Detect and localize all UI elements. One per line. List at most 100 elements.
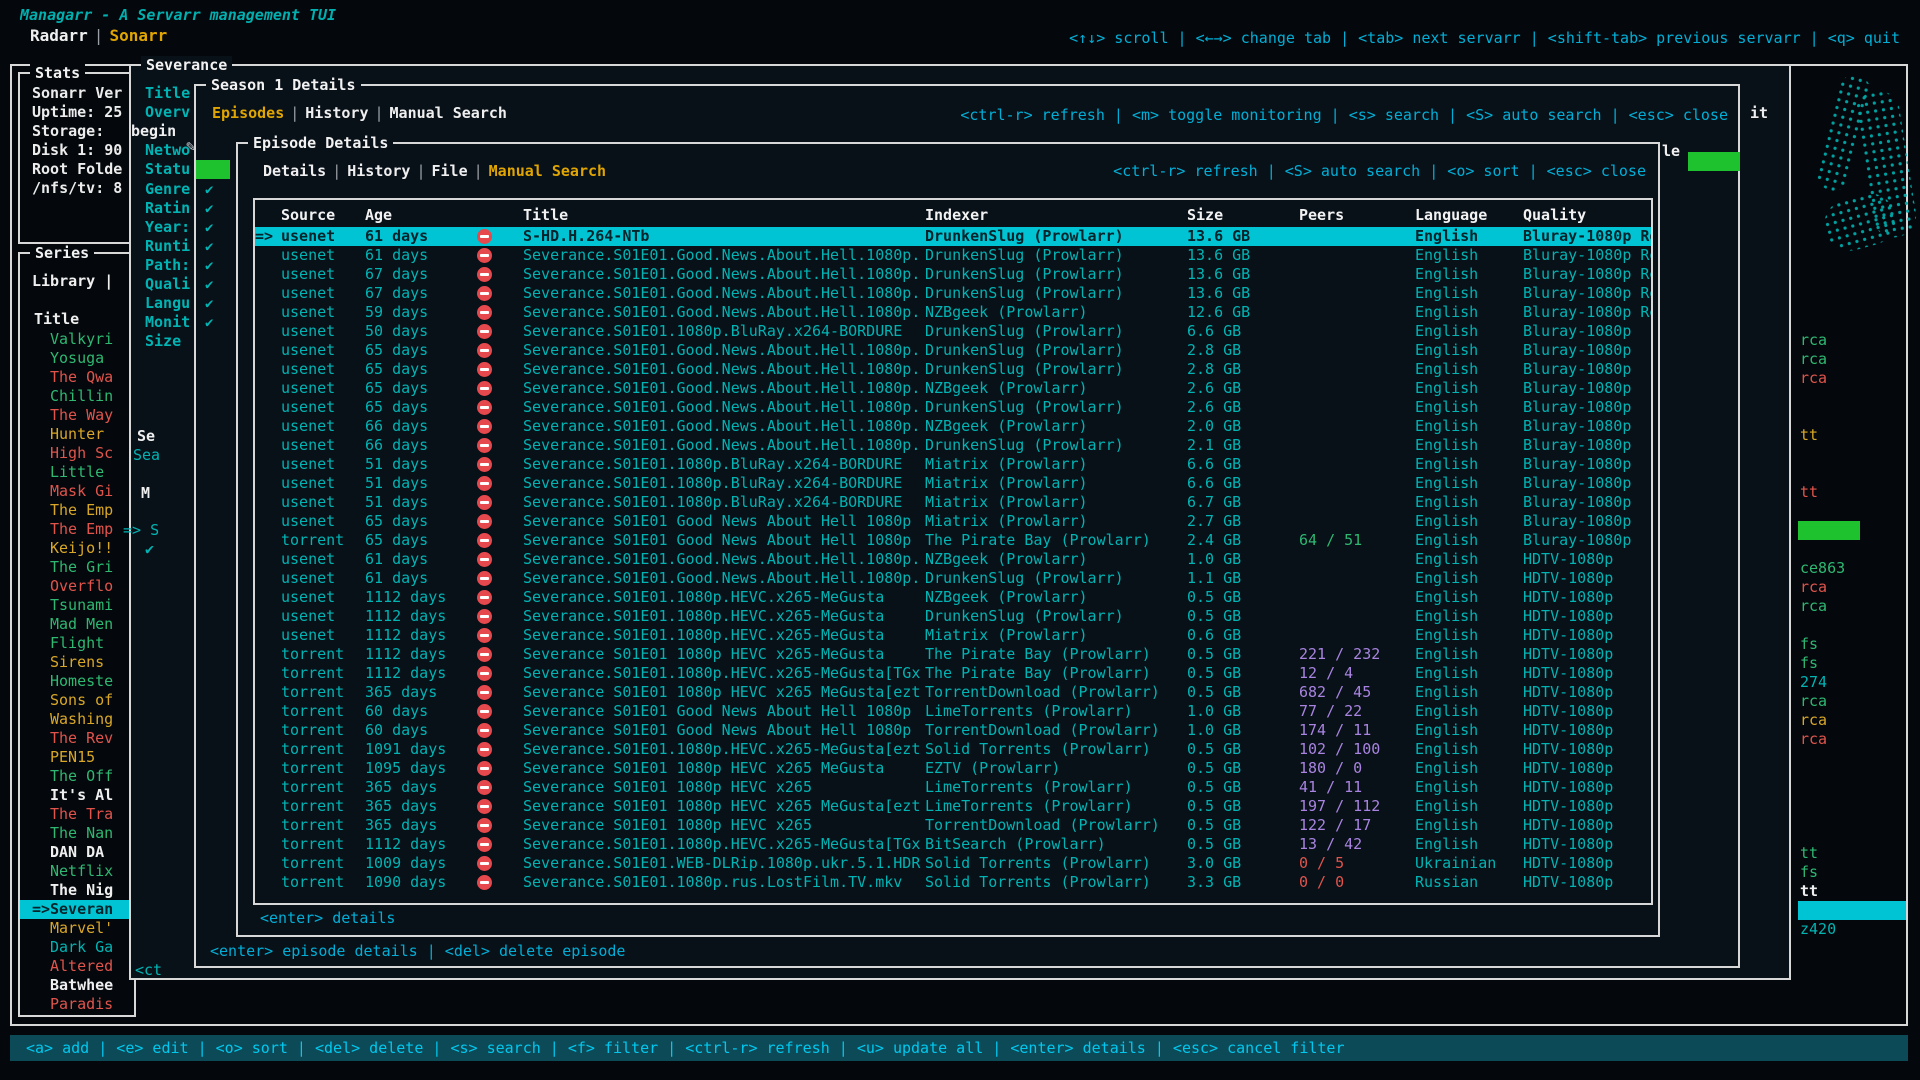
release-age: 66 days [365, 417, 477, 436]
release-row[interactable]: usenet65 daysSeverance.S01E01.Good.News.… [255, 360, 1651, 379]
series-list-item[interactable]: Little [20, 463, 134, 482]
series-list-item[interactable]: Mad Men [20, 615, 134, 634]
series-list[interactable]: ValkyriYosugaThe QwaChillinThe WayHunter… [20, 330, 134, 1014]
tab-file[interactable]: File [432, 162, 468, 180]
series-list-item[interactable]: Batwhee [20, 976, 134, 995]
release-row[interactable]: usenet66 daysSeverance.S01E01.Good.News.… [255, 417, 1651, 436]
release-row[interactable]: usenet67 daysSeverance.S01E01.Good.News.… [255, 265, 1651, 284]
release-row[interactable]: torrent365 daysSeverance S01E01 1080p HE… [255, 778, 1651, 797]
series-list-item[interactable]: The Emp [20, 520, 134, 539]
release-row[interactable]: usenet67 daysSeverance.S01E01.Good.News.… [255, 284, 1651, 303]
tab-details[interactable]: Details [263, 162, 326, 180]
release-row[interactable]: torrent1090 daysSeverance.S01E01.1080p.r… [255, 873, 1651, 892]
series-list-item[interactable]: High Sc [20, 444, 134, 463]
series-list-item[interactable]: The Emp [20, 501, 134, 520]
selected-marker [255, 379, 281, 398]
series-list-item[interactable]: Netflix [20, 862, 134, 881]
release-row[interactable]: torrent365 daysSeverance S01E01 1080p HE… [255, 816, 1651, 835]
series-list-item[interactable]: Chillin [20, 387, 134, 406]
series-list-item[interactable]: Altered [20, 957, 134, 976]
series-list-item[interactable]: It's Al [20, 786, 134, 805]
tab-manual-search[interactable]: Manual Search [489, 162, 606, 180]
release-quality: Bluray-1080p [1523, 417, 1651, 436]
series-list-item[interactable]: Sons of [20, 691, 134, 710]
series-list-item[interactable]: Homeste [20, 672, 134, 691]
release-row[interactable]: torrent65 daysSeverance S01E01 Good News… [255, 531, 1651, 550]
series-list-item[interactable]: The Nan [20, 824, 134, 843]
release-title: S-HD.H.264-NTb [523, 227, 925, 246]
release-row[interactable]: torrent1112 daysSeverance.S01E01.1080p.H… [255, 664, 1651, 683]
season-tabs[interactable]: Episodes|History|Manual Search [212, 104, 507, 122]
series-list-item[interactable]: The Way [20, 406, 134, 425]
release-row[interactable]: torrent1112 daysSeverance S01E01 1080p H… [255, 645, 1651, 664]
series-list-item[interactable]: DAN DA [20, 843, 134, 862]
release-row[interactable]: usenet1112 daysSeverance.S01E01.1080p.HE… [255, 626, 1651, 645]
series-list-item[interactable]: The Off [20, 767, 134, 786]
release-row[interactable]: torrent60 daysSeverance S01E01 Good News… [255, 721, 1651, 740]
release-row[interactable]: torrent1112 daysSeverance.S01E01.1080p.H… [255, 835, 1651, 854]
release-row[interactable]: usenet66 daysSeverance.S01E01.Good.News.… [255, 436, 1651, 455]
series-list-item[interactable]: Flight [20, 634, 134, 653]
release-row[interactable]: usenet65 daysSeverance.S01E01.Good.News.… [255, 379, 1651, 398]
series-tab-library[interactable]: Library | [32, 272, 113, 290]
release-row[interactable]: torrent365 daysSeverance S01E01 1080p HE… [255, 797, 1651, 816]
series-list-item[interactable]: Marvel' [20, 919, 134, 938]
series-list-item[interactable]: Valkyri [20, 330, 134, 349]
series-list-item[interactable]: Tsunami [20, 596, 134, 615]
release-row[interactable]: usenet59 daysSeverance.S01E01.Good.News.… [255, 303, 1651, 322]
release-row[interactable]: usenet1112 daysSeverance.S01E01.1080p.HE… [255, 588, 1651, 607]
release-row[interactable]: usenet61 daysSeverance.S01E01.Good.News.… [255, 550, 1651, 569]
tab-radarr[interactable]: Radarr [30, 26, 88, 45]
series-list-item[interactable]: Mask Gi [20, 482, 134, 501]
no-entry-icon [477, 590, 492, 605]
release-row[interactable]: torrent60 daysSeverance S01E01 Good News… [255, 702, 1651, 721]
series-list-item[interactable]: Yosuga [20, 349, 134, 368]
episode-help: <ctrl-r> refresh | <S> auto search | <o>… [1113, 162, 1646, 180]
series-list-item[interactable]: Overflo [20, 577, 134, 596]
tab-sonarr[interactable]: Sonarr [109, 26, 167, 45]
release-row[interactable]: torrent1095 daysSeverance S01E01 1080p H… [255, 759, 1651, 778]
series-list-item[interactable]: Hunter [20, 425, 134, 444]
episode-tabs[interactable]: Details|History|File|Manual Search [263, 162, 606, 180]
release-row[interactable]: torrent1091 daysSeverance.S01E01.1080p.H… [255, 740, 1651, 759]
release-row[interactable]: torrent1009 daysSeverance.S01E01.WEB-DLR… [255, 854, 1651, 873]
series-list-item[interactable]: Washing [20, 710, 134, 729]
series-list-item[interactable]: Sirens [20, 653, 134, 672]
tab-history[interactable]: History [347, 162, 410, 180]
release-age: 1112 days [365, 664, 477, 683]
release-row[interactable]: usenet1112 daysSeverance.S01E01.1080p.HE… [255, 607, 1651, 626]
selected-marker [255, 341, 281, 360]
release-row[interactable]: =>usenet61 daysS-HD.H.264-NTbDrunkenSlug… [255, 227, 1651, 246]
release-table-rows[interactable]: =>usenet61 daysS-HD.H.264-NTbDrunkenSlug… [255, 227, 1651, 892]
series-list-item[interactable]: The Qwa [20, 368, 134, 387]
release-row[interactable]: usenet61 daysSeverance.S01E01.Good.News.… [255, 569, 1651, 588]
release-row[interactable]: usenet65 daysSeverance.S01E01.Good.News.… [255, 341, 1651, 360]
release-row[interactable]: torrent365 daysSeverance S01E01 1080p HE… [255, 683, 1651, 702]
series-list-item[interactable]: PEN15 [20, 748, 134, 767]
tab-episodes[interactable]: Episodes [212, 104, 284, 122]
release-row[interactable]: usenet50 daysSeverance.S01E01.1080p.BluR… [255, 322, 1651, 341]
series-list-item[interactable]: Paradis [20, 995, 134, 1014]
series-list-item[interactable]: Keijo!! [20, 539, 134, 558]
release-row[interactable]: usenet65 daysSeverance S01E01 Good News … [255, 512, 1651, 531]
series-list-item[interactable]: Dark Ga [20, 938, 134, 957]
series-list-item[interactable]: The Tra [20, 805, 134, 824]
series-list-item[interactable]: =>Severan [20, 900, 134, 919]
release-table[interactable]: SourceAgeTitleIndexerSizePeersLanguageQu… [253, 198, 1653, 905]
no-entry-icon [477, 362, 492, 377]
series-list-item[interactable]: The Nig [20, 881, 134, 900]
release-row[interactable]: usenet51 daysSeverance.S01E01.1080p.BluR… [255, 474, 1651, 493]
series-list-item[interactable]: The Rev [20, 729, 134, 748]
release-quality: HDTV-1080p [1523, 873, 1651, 892]
series-list-item[interactable]: The Gri [20, 558, 134, 577]
release-age: 67 days [365, 284, 477, 303]
release-row[interactable]: usenet51 daysSeverance.S01E01.1080p.BluR… [255, 455, 1651, 474]
release-row[interactable]: usenet51 daysSeverance.S01E01.1080p.BluR… [255, 493, 1651, 512]
tab-history[interactable]: History [305, 104, 368, 122]
series-title-label: The Nig [50, 881, 113, 899]
release-row[interactable]: usenet61 daysSeverance.S01E01.Good.News.… [255, 246, 1651, 265]
tab-manual-search[interactable]: Manual Search [390, 104, 507, 122]
release-row[interactable]: usenet65 daysSeverance.S01E01.Good.News.… [255, 398, 1651, 417]
rejected-icon-cell [477, 835, 523, 854]
no-entry-icon [477, 628, 492, 643]
